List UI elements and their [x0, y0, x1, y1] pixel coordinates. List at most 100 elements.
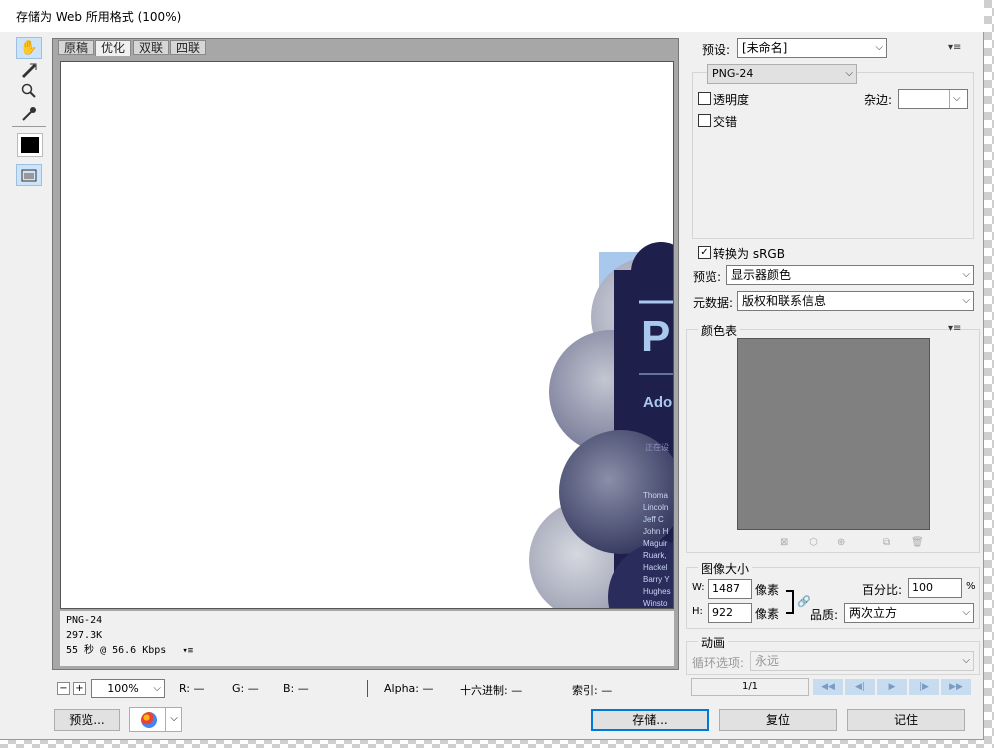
optimized-image-canvas[interactable]: P Ado 正在设 Thoma Lincoln Jeff C John H Ma…: [60, 61, 674, 609]
artwork-name: Barry Y: [643, 575, 670, 584]
chevron-down-icon: ⌵: [153, 683, 161, 694]
frame-counter: 1/1: [691, 678, 809, 696]
zoom-out-button[interactable]: −: [57, 682, 70, 695]
metadata-value: 版权和联系信息: [742, 294, 827, 308]
chevron-down-icon: ⌵: [845, 68, 853, 79]
chevron-down-icon: ⌵: [962, 269, 970, 280]
artwork-small-text: 正在设: [645, 443, 669, 452]
percent-input[interactable]: 100: [908, 578, 962, 598]
play-icon[interactable]: ▶: [877, 679, 907, 695]
matte-label: 杂边:: [864, 93, 893, 107]
status-divider: [367, 680, 368, 697]
chevron-down-icon: ⌵: [962, 607, 970, 618]
alpha-readout: Alpha: —: [384, 682, 434, 695]
tool-divider: [12, 126, 46, 127]
preview-label: 预览:: [693, 270, 722, 284]
width-label: W:: [692, 582, 705, 593]
artwork-name: John H: [643, 527, 669, 536]
matte-select[interactable]: ⌵: [898, 89, 968, 109]
previous-frame-icon[interactable]: ◀|: [845, 679, 875, 695]
save-for-web-dialog: 存储为 Web 所用格式 (100%) ✋ 原稿 优化 双联 四联 P Ado …: [0, 0, 984, 740]
artwork-preview: [529, 242, 673, 608]
eyedropper-tool-icon[interactable]: [16, 103, 42, 125]
artwork-name: Thoma: [643, 491, 668, 500]
file-format-select[interactable]: PNG-24 ⌵: [707, 64, 857, 84]
tab-optimized[interactable]: 优化: [95, 40, 132, 56]
loop-label: 循环选项:: [692, 656, 745, 670]
preset-select[interactable]: [未命名] ⌵: [737, 38, 887, 58]
artwork-name: Hughes: [643, 587, 671, 596]
lock-color-icon[interactable]: ⊕: [837, 537, 845, 548]
tab-original[interactable]: 原稿: [58, 40, 95, 55]
preview-color-select[interactable]: 显示器颜色 ⌵: [726, 265, 974, 285]
animation-header: 动画: [698, 634, 729, 651]
optimize-menu-icon[interactable]: ▾≡: [948, 42, 961, 53]
percent-label: 百分比:: [862, 583, 903, 597]
trash-icon[interactable]: 🗑: [911, 537, 924, 548]
slice-select-tool-icon[interactable]: [16, 59, 42, 81]
info-size: 297.3K: [66, 630, 103, 641]
color-table-swatches[interactable]: [737, 338, 930, 530]
toggle-slices-visibility-icon[interactable]: [16, 164, 42, 186]
map-transparent-icon[interactable]: ⊠: [780, 537, 788, 548]
info-format: PNG-24: [66, 615, 103, 626]
transparency-label: 透明度: [713, 93, 750, 107]
web-shift-icon[interactable]: ⬡: [809, 537, 818, 548]
info-download-time: 55 秒 @ 56.6 Kbps: [66, 645, 167, 656]
artwork-name: Jeff C: [643, 515, 664, 524]
new-color-icon[interactable]: ⧉: [883, 537, 890, 548]
remember-button[interactable]: 记住: [847, 709, 965, 731]
first-frame-icon[interactable]: ◀◀: [813, 679, 843, 695]
chevron-down-icon: ⌵: [875, 42, 883, 53]
browser-preview-select[interactable]: ⌵: [129, 707, 182, 732]
artwork-name: Hackel: [643, 563, 668, 572]
save-button[interactable]: 存储...: [591, 709, 709, 731]
download-speed-menu-icon[interactable]: ▾≡: [182, 646, 193, 656]
red-readout: R: —: [179, 682, 205, 695]
next-frame-icon[interactable]: |▶: [909, 679, 939, 695]
zoom-tool-icon[interactable]: [16, 80, 42, 102]
zoom-in-button[interactable]: +: [73, 682, 86, 695]
zoom-value: 100%: [107, 682, 139, 695]
quality-select[interactable]: 两次立方 ⌵: [844, 603, 974, 623]
chevron-down-icon: ⌵: [962, 295, 970, 306]
link-bracket: [786, 590, 794, 614]
width-input[interactable]: 1487: [708, 579, 752, 599]
tab-4-up[interactable]: 四联: [170, 40, 207, 55]
interlaced-label: 交错: [713, 115, 738, 129]
last-frame-icon[interactable]: ▶▶: [941, 679, 971, 695]
color-table-header: 颜色表: [698, 322, 741, 339]
hex-readout: 十六进制: —: [460, 684, 523, 697]
artwork-letter: P: [641, 312, 671, 361]
width-unit: 像素: [755, 583, 780, 597]
hand-tool-icon[interactable]: ✋: [16, 37, 42, 59]
optimization-info: PNG-24 297.3K 55 秒 @ 56.6 Kbps ▾≡: [60, 611, 674, 666]
link-chain-icon[interactable]: 🔗: [797, 595, 811, 608]
file-format-value: PNG-24: [712, 67, 754, 80]
artwork-name: Winsto: [643, 599, 668, 608]
artwork-name: Lincoln: [643, 503, 669, 512]
color-table-menu-icon[interactable]: ▾≡: [948, 323, 961, 334]
eyedropper-color-swatch[interactable]: [17, 133, 43, 157]
blue-readout: B: —: [283, 682, 309, 695]
metadata-label: 元数据:: [693, 296, 734, 310]
loop-select[interactable]: 永远 ⌵: [750, 651, 974, 671]
preview-button[interactable]: 预览...: [54, 709, 120, 731]
zoom-select[interactable]: 100% ⌵: [91, 679, 165, 698]
height-unit: 像素: [755, 607, 780, 621]
interlaced-checkbox[interactable]: [698, 114, 711, 127]
index-readout: 索引: —: [572, 684, 613, 697]
metadata-select[interactable]: 版权和联系信息 ⌵: [737, 291, 974, 311]
reset-button[interactable]: 复位: [719, 709, 837, 731]
quality-label: 品质:: [810, 608, 839, 622]
title-bar: 存储为 Web 所用格式 (100%): [0, 0, 984, 32]
convert-srgb-checkbox[interactable]: ✓: [698, 246, 711, 259]
transparency-checkbox[interactable]: [698, 92, 711, 105]
chevron-down-icon: ⌵: [165, 708, 182, 731]
height-input[interactable]: 922: [708, 603, 752, 623]
percent-sign: %: [966, 581, 976, 592]
tab-2-up[interactable]: 双联: [133, 40, 170, 55]
preset-label: 预设:: [702, 43, 731, 57]
chevron-down-icon: ⌵: [962, 655, 970, 666]
status-bar: − + 100% ⌵ R: — G: — B: — Alpha: — 十六进制:…: [52, 677, 679, 701]
